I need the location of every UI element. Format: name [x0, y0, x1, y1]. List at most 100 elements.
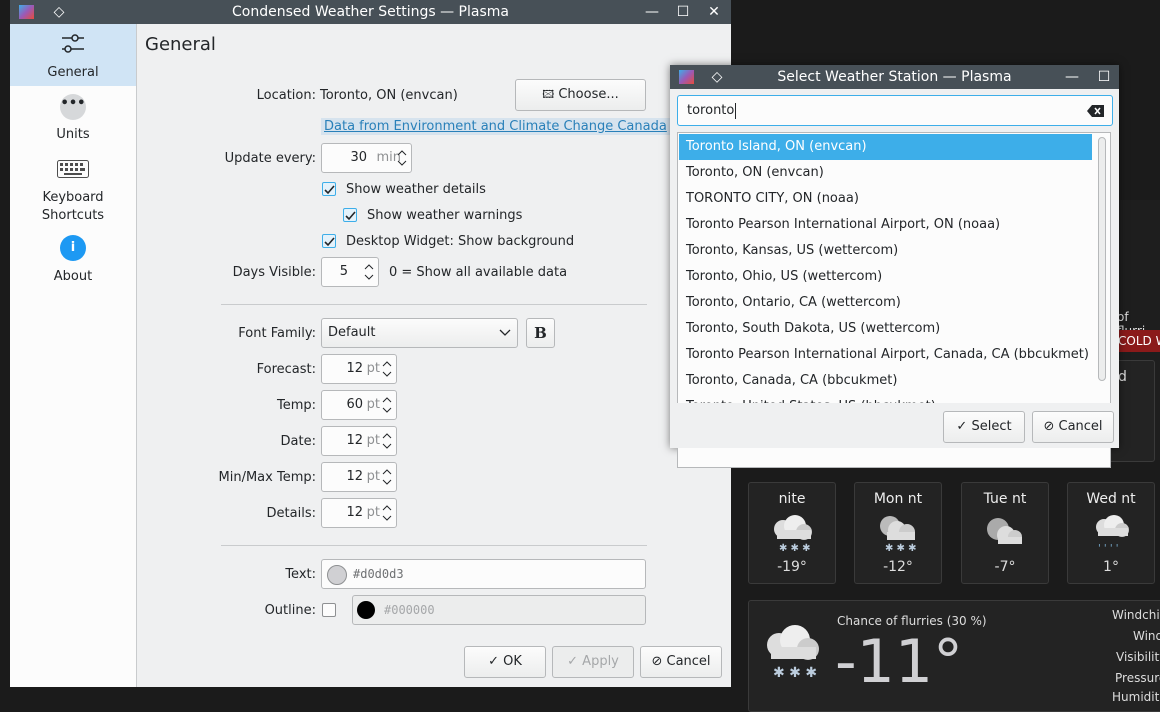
spin-arrows-icon[interactable] [381, 429, 393, 453]
station-list-item[interactable]: Toronto, Ohio, US (wettercom) [679, 264, 1092, 290]
update-every-label: Update every: [224, 151, 316, 166]
ok-button[interactable]: ✓ OK [464, 646, 546, 678]
color-swatch[interactable] [357, 601, 375, 619]
choose-location-button[interactable]: 🖾 Choose... [515, 79, 646, 111]
detail-label: Visibility [1116, 650, 1160, 664]
spin-arrows-icon[interactable] [381, 357, 393, 381]
detail-label: Windchil [1112, 608, 1160, 622]
check-icon: ✓ [488, 654, 499, 669]
spin-arrows-icon[interactable] [381, 393, 393, 417]
dialog-titlebar: ◇ Select Weather Station — Plasma — ☐ [670, 65, 1119, 89]
spin-arrows-icon[interactable] [396, 146, 408, 170]
maximize-button[interactable]: ☐ [674, 3, 692, 21]
svg-text:✱ ✱ ✱: ✱ ✱ ✱ [779, 543, 811, 554]
temp-size-label: Temp: [276, 398, 316, 413]
station-list-item[interactable]: Toronto, Ontario, CA (wettercom) [679, 290, 1092, 316]
info-icon: i [60, 235, 86, 261]
clear-text-icon[interactable] [1087, 104, 1105, 118]
outline-color-value: #000000 [384, 603, 435, 617]
list-scrollbar[interactable] [1098, 137, 1106, 381]
show-weather-details-checkbox[interactable] [322, 182, 336, 196]
location-value: Toronto, ON (envcan) [320, 88, 458, 103]
forecast-day-label: nite [778, 491, 806, 507]
sidebar-item-label: About [53, 269, 93, 284]
details-size-spinbox[interactable]: 12 pt [321, 498, 397, 528]
minimize-button[interactable]: — [643, 3, 661, 21]
days-visible-spinbox[interactable]: 5 [321, 257, 379, 287]
forecast-day-label: Mon nt [873, 491, 923, 507]
show-weather-warnings-checkbox[interactable] [343, 208, 357, 222]
station-list-item[interactable]: Toronto, South Dakota, US (wettercom) [679, 316, 1092, 342]
station-list-item[interactable]: Toronto Pearson International Airport, O… [679, 212, 1092, 238]
close-button[interactable]: ✕ [705, 3, 723, 21]
spin-unit: pt [366, 505, 380, 520]
svg-text:✱ ✱ ✱: ✱ ✱ ✱ [885, 543, 917, 554]
station-list-item[interactable]: Toronto Pearson International Airport, C… [679, 342, 1092, 368]
sidebar-item-general[interactable]: General [10, 24, 136, 86]
choose-button-label: Choose... [558, 87, 619, 102]
location-label: Location: [256, 88, 316, 103]
detail-label: Pressure [1115, 671, 1160, 685]
forecast-temp: 1° [1103, 559, 1119, 575]
font-family-select[interactable]: Default [321, 318, 518, 348]
days-visible-label: Days Visible: [232, 265, 316, 280]
forecast-size-label: Forecast: [256, 362, 316, 377]
apply-button[interactable]: ✓ Apply [552, 646, 634, 678]
sidebar-item-units[interactable]: ••• Units [10, 86, 136, 148]
station-search-input[interactable]: toronto [677, 95, 1113, 126]
apply-button-label: Apply [582, 654, 619, 669]
sidebar-item-keyboard-shortcuts[interactable]: Keyboard Shortcuts [10, 148, 136, 228]
separator [221, 304, 647, 305]
bold-toggle-button[interactable]: B [526, 318, 555, 348]
update-interval-spinbox[interactable]: 30 min [321, 143, 412, 173]
dialog-title: Select Weather Station — Plasma [777, 69, 1012, 85]
detail-label: Wind [1133, 629, 1160, 643]
spin-value: 60 [346, 397, 363, 412]
sidebar-item-label: Units [56, 127, 90, 142]
date-size-spinbox[interactable]: 12 pt [321, 426, 397, 456]
text-color-field[interactable]: #d0d0d3 [321, 559, 646, 589]
spin-value: 5 [339, 264, 348, 279]
desktop-bg-label: Desktop Widget: Show background [346, 234, 575, 249]
spin-arrows-icon[interactable] [363, 260, 375, 284]
text-color-label: Text: [285, 567, 316, 582]
outline-color-field[interactable]: #000000 [352, 595, 646, 625]
temp-size-spinbox[interactable]: 60 pt [321, 390, 397, 420]
minimize-button[interactable]: — [1063, 68, 1081, 86]
chevron-down-icon [499, 329, 511, 336]
station-list-item[interactable]: Toronto, Kansas, US (wettercom) [679, 238, 1092, 264]
minmax-size-spinbox[interactable]: 12 pt [321, 462, 397, 492]
sidebar-item-about[interactable]: i About [10, 228, 136, 290]
maximize-button[interactable]: ☐ [1095, 68, 1113, 86]
condition-text: Chance of flurries (30 %) [837, 614, 987, 628]
station-list-item[interactable]: Toronto Island, ON (envcan) [679, 134, 1092, 160]
select-station-dialog: ◇ Select Weather Station — Plasma — ☐ to… [670, 65, 1119, 468]
spin-unit: pt [366, 397, 380, 412]
forecast-temp: -19° [777, 559, 807, 575]
select-button[interactable]: ✓ Select [943, 411, 1025, 443]
dialog-cancel-label: Cancel [1058, 419, 1103, 434]
dialog-cancel-button[interactable]: ⊘ Cancel [1032, 411, 1114, 443]
svg-text:' ' ' ': ' ' ' ' [1098, 543, 1119, 554]
data-source-link[interactable]: Data from Environment and Climate Change… [321, 118, 670, 135]
forecast-size-spinbox[interactable]: 12 pt [321, 354, 397, 384]
image-icon: 🖾 [542, 88, 555, 101]
spin-arrows-icon[interactable] [381, 501, 393, 525]
rain-cloud-icon: ' ' ' ' [1096, 515, 1129, 554]
spin-value: 12 [346, 469, 363, 484]
cancel-icon: ⊘ [1043, 419, 1055, 434]
station-list-item[interactable]: Toronto, ON (envcan) [679, 160, 1092, 186]
forecast-temp: -7° [994, 559, 1016, 575]
forecast-day-label: Wed nt [1086, 491, 1136, 507]
font-family-label: Font Family: [238, 326, 316, 341]
station-list-item[interactable]: Toronto, Canada, CA (bbcukmet) [679, 368, 1092, 394]
color-swatch[interactable] [327, 565, 347, 585]
desktop-bg-checkbox[interactable] [322, 234, 336, 248]
station-list-item[interactable]: TORONTO CITY, ON (noaa) [679, 186, 1092, 212]
forecast-day-1: Mon nt ✱ ✱ ✱ -12° [854, 482, 942, 584]
spin-arrows-icon[interactable] [381, 465, 393, 489]
cancel-button[interactable]: ⊘ Cancel [640, 646, 722, 678]
check-icon: ✓ [567, 654, 579, 669]
outline-checkbox[interactable] [322, 603, 336, 617]
text-color-value: #d0d0d3 [353, 567, 404, 581]
